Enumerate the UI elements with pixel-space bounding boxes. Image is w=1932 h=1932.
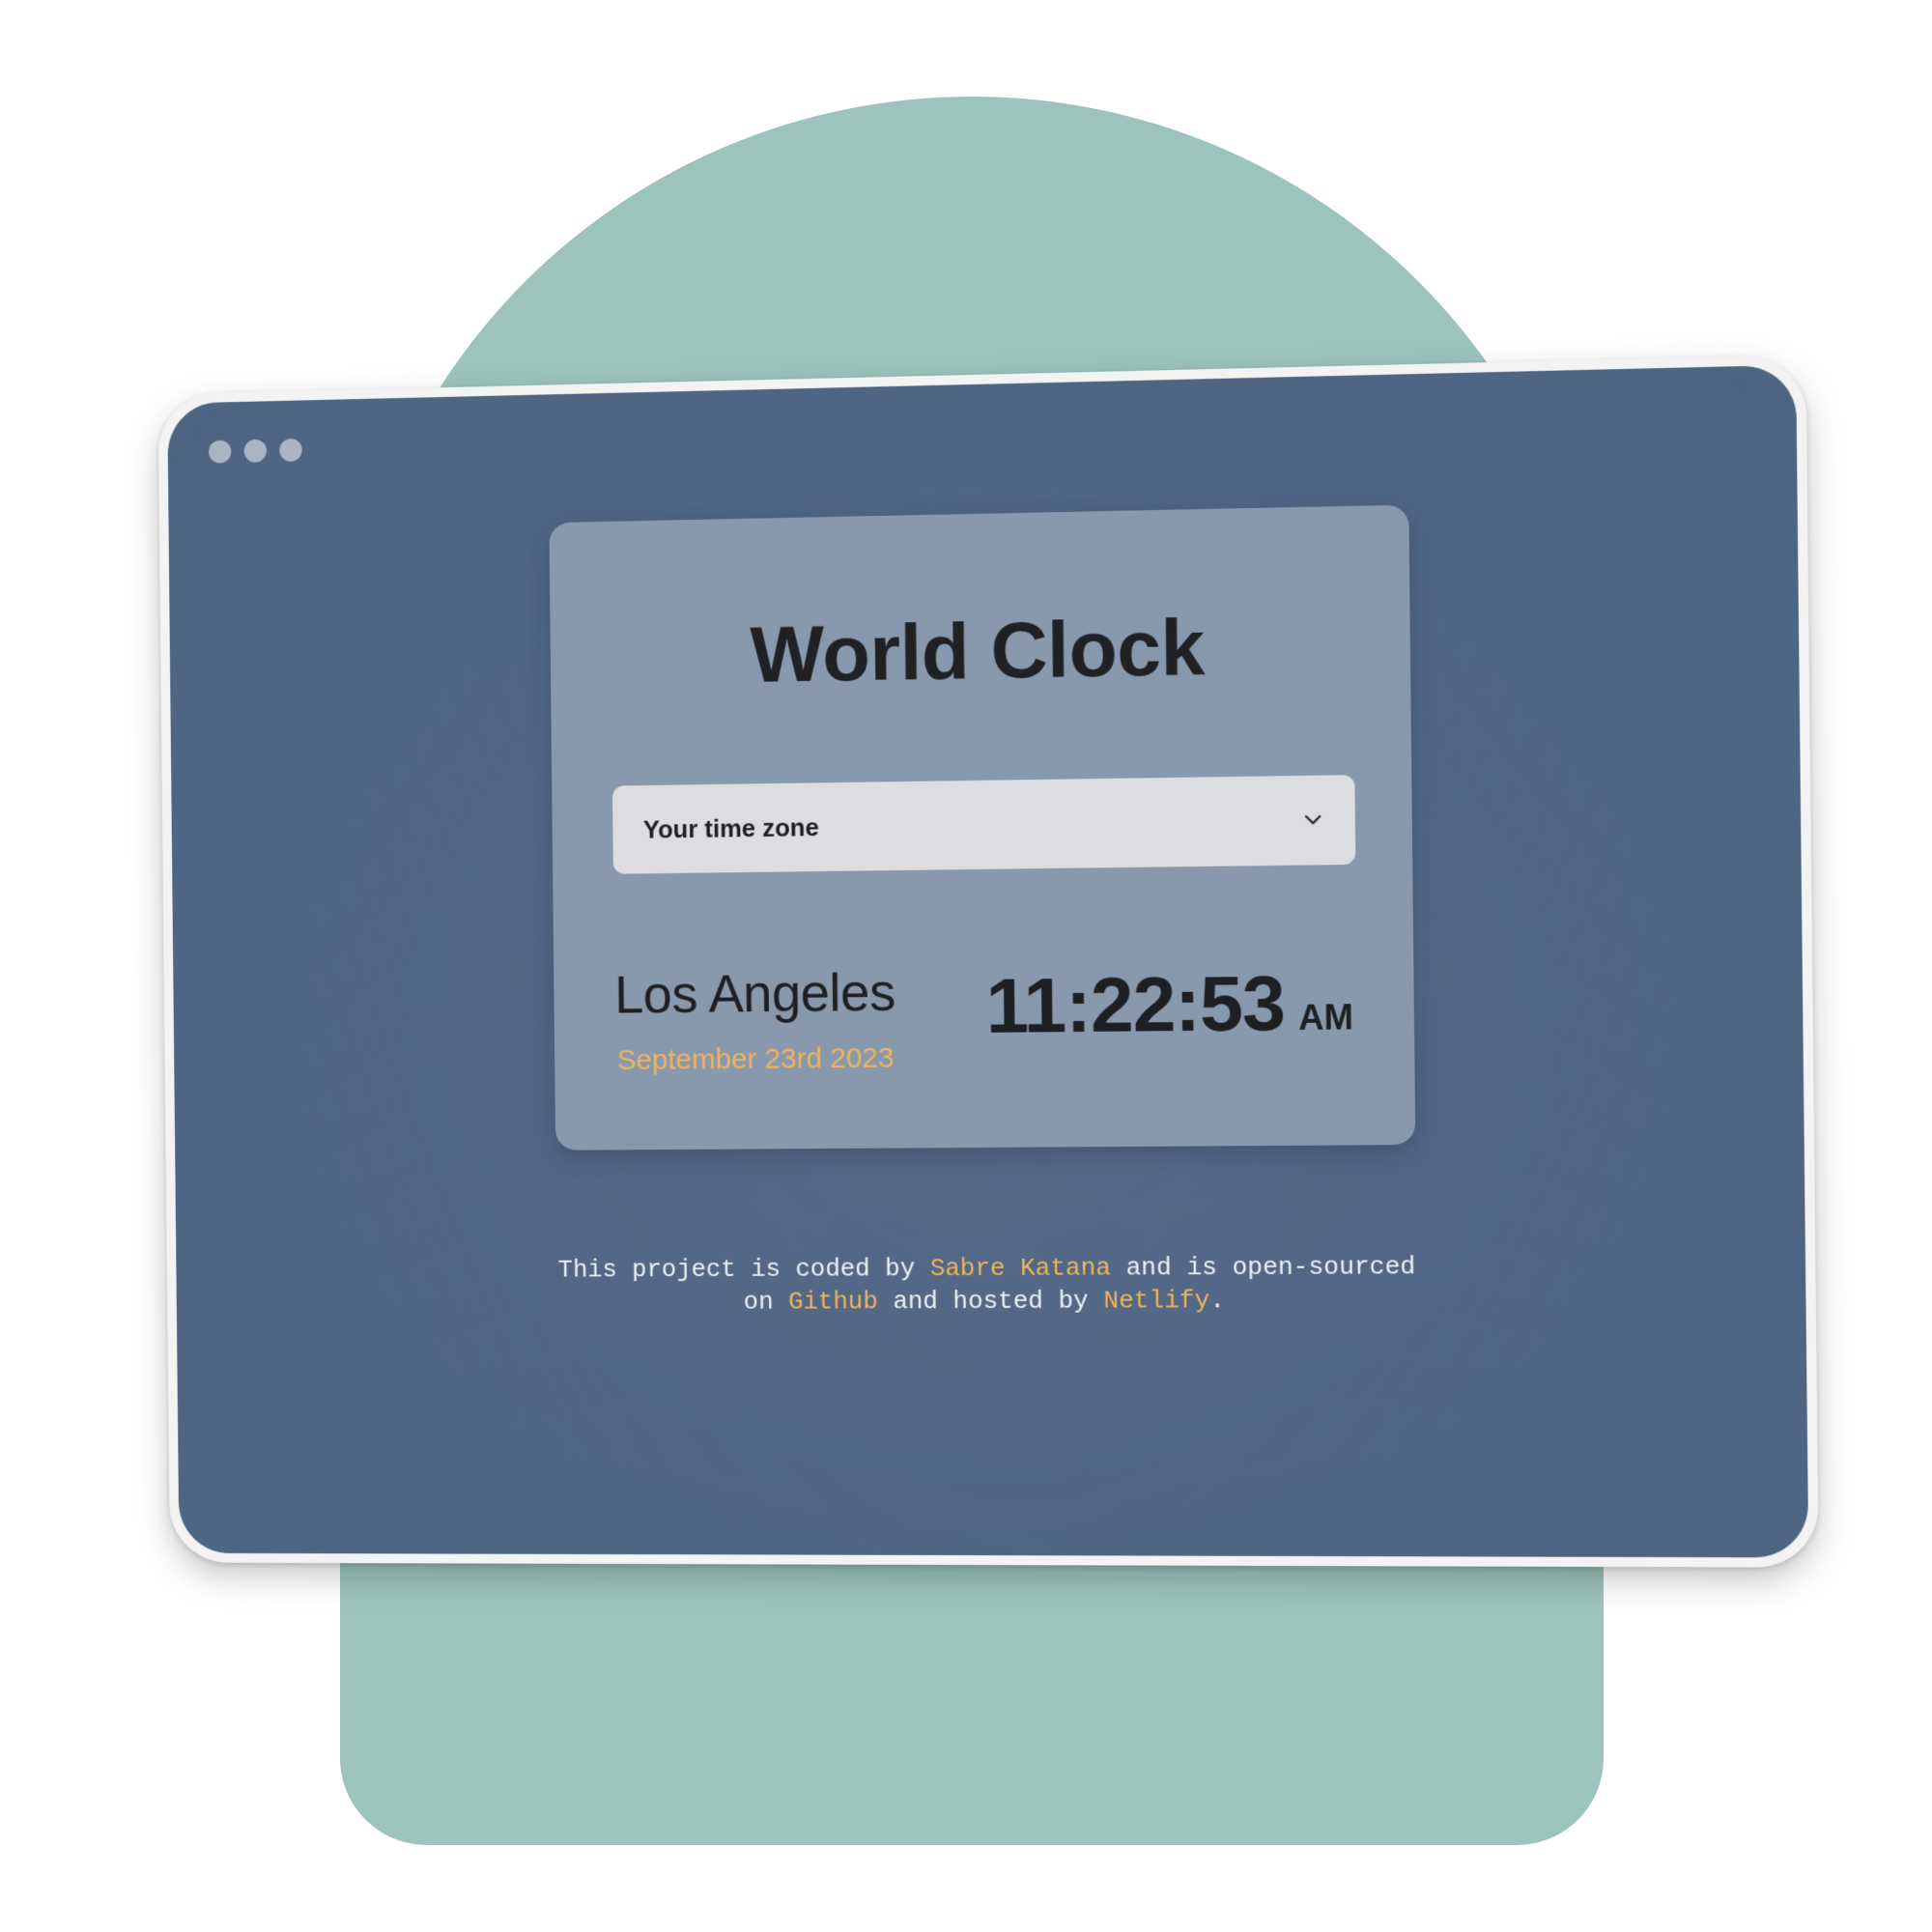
chevron-down-icon <box>1302 810 1324 831</box>
netlify-link[interactable]: Netlify <box>1103 1286 1209 1315</box>
footer-credits: This project is coded by Sabre Katana an… <box>556 1250 1417 1319</box>
window-controls <box>209 439 302 464</box>
page-title: World Clock <box>550 599 1410 705</box>
time-value: 11:22:53 <box>985 959 1285 1051</box>
window-dot-1[interactable] <box>209 440 231 464</box>
footer-text-1: This project is coded by <box>558 1254 930 1284</box>
footer-text-4: . <box>1209 1286 1225 1315</box>
stage: World Clock Your time zone Los Angeles S… <box>0 0 1932 1932</box>
window-dot-3[interactable] <box>279 439 301 462</box>
author-link[interactable]: Sabre Katana <box>930 1253 1111 1283</box>
city-time: 11:22:53 AM <box>985 958 1353 1051</box>
window-dot-2[interactable] <box>244 440 267 463</box>
city-name: Los Angeles <box>614 961 895 1026</box>
github-link[interactable]: Github <box>788 1287 878 1316</box>
city-date: September 23rd 2023 <box>617 1042 895 1077</box>
timezone-select-value: Your time zone <box>643 812 819 844</box>
app-screen: World Clock Your time zone Los Angeles S… <box>167 365 1808 1558</box>
time-ampm: AM <box>1298 997 1353 1038</box>
timezone-select[interactable]: Your time zone <box>612 775 1355 874</box>
world-clock-card: World Clock Your time zone Los Angeles S… <box>549 505 1415 1151</box>
footer-text-3: and hosted by <box>878 1287 1104 1317</box>
browser-window: World Clock Your time zone Los Angeles S… <box>158 355 1819 1567</box>
